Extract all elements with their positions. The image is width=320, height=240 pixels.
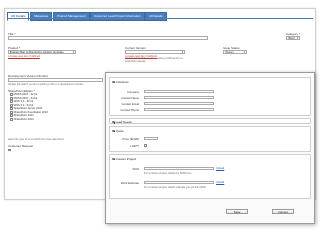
tab-milestones[interactable]: Milestones	[29, 12, 53, 21]
customer-request-label: Customer Request	[8, 144, 34, 148]
price-label: Price ($USD)	[122, 137, 139, 141]
tab-all-details[interactable]: All Details	[145, 12, 167, 21]
cancel-button[interactable]: Cancel	[272, 209, 294, 214]
current-version-hint: Update this field if you are reporting a…	[125, 57, 183, 63]
contact-phone-label: Contact Phone	[120, 108, 139, 112]
customer-section: Customer Company Contact Name Contact Em…	[109, 77, 311, 116]
tab-strip: CR Details Milestones Product Management…	[7, 12, 167, 21]
sp-edition-list: MOSS 2007 - 32 bit MOSS 2007 - 64 bit WS…	[10, 93, 48, 121]
tab-cr-details[interactable]: CR Details	[7, 12, 30, 21]
lead-needs-radio[interactable]	[112, 120, 115, 124]
tab-underline	[7, 17, 313, 19]
product-create-link[interactable]: A create new item if defined	[8, 55, 40, 58]
work-estimate-upload-link[interactable]: Upload	[216, 181, 224, 184]
customer-request-checkbox[interactable]	[8, 148, 12, 152]
customer-lead-dialog: Customer Company Contact Name Contact Em…	[105, 72, 315, 224]
quote-section: Quote Price ($USD) LOE??	[109, 126, 311, 152]
loe-label: LOE??	[130, 144, 139, 148]
current-version-select[interactable]	[125, 50, 185, 54]
sp-edition-option[interactable]: SharePoint 2013	[10, 118, 48, 122]
lead-needs-header[interactable]: Lead Needs	[112, 120, 132, 124]
sow-upload-link[interactable]: Upload	[216, 167, 224, 170]
checkbox[interactable]	[10, 96, 13, 100]
category-select[interactable]: (Bug)	[286, 36, 300, 40]
tab-product-management[interactable]: Product Management	[52, 12, 90, 21]
contact-email-input[interactable]	[144, 101, 214, 106]
sp-edition-hint: select the type of sp on which the issue…	[8, 138, 64, 141]
checkbox[interactable]	[10, 93, 13, 97]
sow-file-input[interactable]	[144, 166, 214, 171]
save-button[interactable]: Save	[226, 209, 248, 214]
title-input[interactable]	[8, 36, 208, 40]
tab-customer-lead-project-info[interactable]: Customer Lead Project Information	[90, 12, 145, 21]
checkbox[interactable]	[10, 117, 13, 121]
work-estimate-file-input[interactable]	[144, 180, 214, 185]
product-select[interactable]: Budget Plan & Monitoring solution templa…	[8, 50, 76, 54]
loe-checkbox[interactable]	[144, 144, 148, 148]
checkbox[interactable]	[10, 107, 13, 111]
customer-radio[interactable]	[112, 80, 115, 84]
quote-header[interactable]: Quote	[112, 129, 124, 133]
checkbox[interactable]	[10, 110, 13, 114]
sow-hint: For a custom project, attach the SOW her…	[144, 172, 192, 175]
work-estimate-hint: For a custom project, attach estimate yo…	[144, 186, 206, 189]
checkbox[interactable]	[10, 103, 13, 107]
lead-needs-section: Lead Needs	[109, 118, 311, 124]
price-input[interactable]	[144, 136, 158, 141]
customer-section-header[interactable]: Customer	[112, 80, 129, 84]
quote-radio[interactable]	[112, 129, 115, 133]
company-input[interactable]	[144, 89, 214, 94]
contact-email-label: Contact Email	[121, 102, 139, 106]
custom-project-section: Custom Project SOW Upload For a custom p…	[109, 154, 311, 199]
work-estimate-label: Work Estimate	[120, 181, 139, 185]
custom-project-radio[interactable]	[112, 157, 115, 161]
contact-name-input[interactable]	[144, 95, 214, 100]
contact-phone-input[interactable]	[144, 107, 214, 112]
issue-status-select[interactable]: (None)	[223, 50, 247, 54]
company-label: Company	[127, 90, 139, 94]
contact-name-label: Contact Name	[121, 96, 139, 100]
dev-version-hint: Update this field if you are reporting a…	[8, 83, 84, 86]
sow-label: SOW	[132, 167, 139, 171]
custom-project-header[interactable]: Custom Project	[112, 157, 136, 161]
checkbox[interactable]	[10, 114, 13, 118]
dev-version-input[interactable]	[8, 78, 103, 82]
checkbox[interactable]	[10, 100, 13, 104]
